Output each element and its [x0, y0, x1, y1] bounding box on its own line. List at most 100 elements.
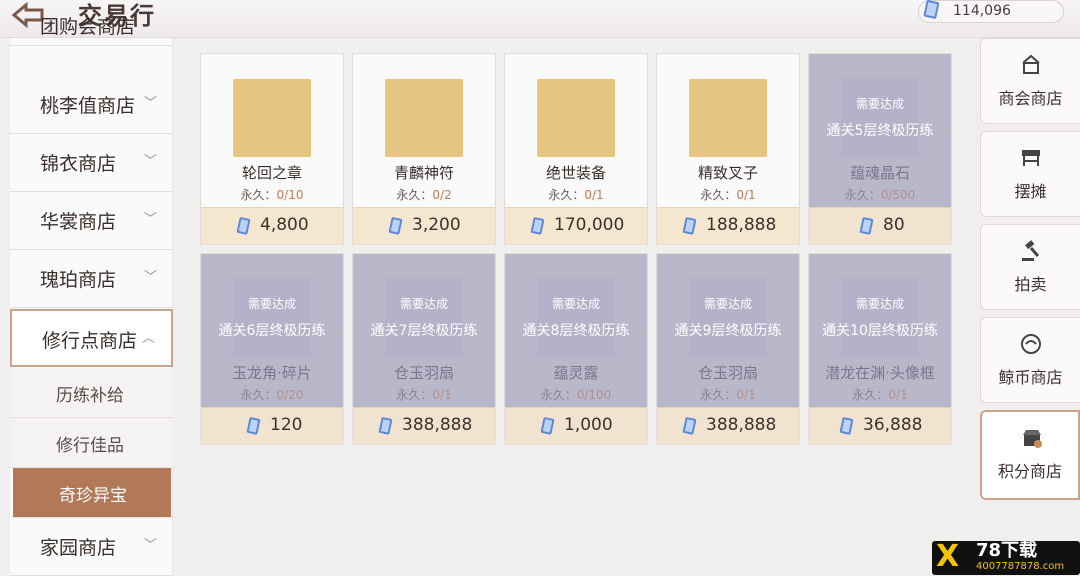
item-card[interactable]: 潜龙在渊·头像框永久：0/1需要达成通关10层终极历练36,888 — [808, 253, 952, 445]
item-price: 120 — [270, 415, 303, 435]
watermark: X 78下载 4007787878.com — [932, 541, 1080, 575]
currency-value: 114,096 — [953, 3, 1011, 19]
sidebar-item-guipo[interactable]: 瑰珀商店 ﹀ — [10, 250, 173, 308]
item-name: 绝世装备 — [545, 164, 606, 182]
coin-icon — [682, 217, 697, 235]
lock-condition: 通关10层终极历练 — [822, 323, 938, 339]
sidebar-item-label: 家园商店 — [40, 537, 117, 559]
lock-requirement: 需要达成 — [247, 297, 296, 311]
shop-icon — [1022, 54, 1040, 74]
item-card[interactable]: 仓玉羽扇永久：0/1需要达成通关9层终极历练388,888 — [656, 253, 800, 445]
item-card[interactable]: 青麟神符永久：0/2 3,200 — [352, 53, 496, 245]
item-card[interactable]: 仓玉羽扇永久：0/1需要达成通关7层终极历练388,888 — [352, 253, 496, 445]
lock-overlay: 需要达成 通关8层终极历练 — [505, 254, 647, 408]
lock-overlay: 需要达成通关10层终极历练 — [809, 254, 951, 408]
lock-requirement: 需要达成 — [703, 297, 752, 311]
item-thumbnail — [537, 79, 615, 157]
sidebar-item-partial[interactable]: 团购会商店 — [10, 8, 173, 46]
chevron-up-icon: ︿ — [141, 331, 155, 346]
whale-coin-icon — [1021, 334, 1041, 354]
coin-icon — [923, 0, 940, 19]
sidebar-sub-qizhen[interactable]: 奇珍异宝 — [13, 468, 171, 518]
sidebar-sub-lilian[interactable]: 历练补给 — [10, 368, 173, 418]
sidebar: 团购会商店 桃李值商店 ﹀ 锦衣商店 ﹀ 华裳商店 ﹀ 瑰珀商店 ﹀ 修行点商店 ︿ 历练… — [10, 16, 173, 576]
nav-points-shop[interactable]: 积分商店 — [980, 410, 1080, 500]
item-count: 0/2 — [432, 188, 452, 202]
item-limit: 永久：0/1 — [700, 188, 756, 202]
coin-icon — [682, 417, 697, 435]
sidebar-item-xiuxing[interactable]: 修行点商店 ︿ — [10, 309, 173, 367]
sidebar-item-jinyi[interactable]: 锦衣商店 ﹀ — [10, 134, 173, 192]
item-price: 170,000 — [554, 215, 625, 235]
currency-display: 114,096 — [918, 0, 1064, 23]
sidebar-item-label: 华裳商店 — [40, 211, 117, 233]
item-count: 0/1 — [736, 188, 756, 202]
item-price: 3,200 — [412, 215, 461, 235]
price-bar: 3,200 — [353, 207, 495, 244]
sidebar-item-label: 修行点商店 — [42, 330, 138, 352]
sidebar-item-label: 桃李值商店 — [40, 95, 136, 117]
lock-condition: 通关9层终极历练 — [674, 323, 782, 339]
watermark-brand: 78下载 — [976, 540, 1038, 561]
coin-icon — [378, 417, 393, 435]
item-card[interactable]: 绝世装备永久：0/1 170,000 — [504, 53, 648, 245]
item-card[interactable]: 精致叉子永久：0/1 188,888 — [656, 53, 800, 245]
sidebar-item-huashang[interactable]: 华裳商店 ﹀ — [10, 192, 173, 250]
lock-overlay: 需要达成通关5层终极历练 — [809, 54, 951, 208]
price-bar: 36,888 — [809, 407, 951, 444]
sidebar-item-taoli[interactable]: 桃李值商店 ﹀ — [10, 76, 173, 134]
item-price: 188,888 — [706, 215, 777, 235]
chevron-down-icon: ﹀ — [143, 96, 157, 111]
item-price: 4,800 — [260, 215, 309, 235]
item-count: 0/10 — [276, 188, 304, 202]
nav-shanghui-shop[interactable]: 商会商店 — [980, 38, 1080, 124]
item-name: 轮回之章 — [241, 164, 302, 182]
item-thumbnail — [689, 79, 767, 157]
item-thumbnail — [385, 79, 463, 157]
sidebar-item-jiayuan[interactable]: 家园商店 ﹀ — [10, 518, 173, 576]
coin-icon — [530, 217, 545, 235]
sidebar-sub-jiapin[interactable]: 修行佳品 — [10, 418, 173, 468]
coin-icon — [388, 217, 403, 235]
item-card[interactable]: 蕴魂晶石永久：0/500需要达成通关5层终极历练80 — [808, 53, 952, 245]
chevron-down-icon: ﹀ — [143, 154, 157, 169]
nav-stall[interactable]: 摆摊 — [980, 131, 1080, 217]
price-bar: 388,888 — [657, 407, 799, 444]
sidebar-item-label: 瑰珀商店 — [40, 269, 117, 291]
price-bar: 120 — [201, 407, 343, 444]
item-price: 1,000 — [564, 415, 613, 435]
coin-icon — [236, 217, 251, 235]
item-name: 精致叉子 — [697, 164, 758, 182]
nav-auction[interactable]: 拍卖 — [980, 224, 1080, 310]
item-limit: 永久：0/1 — [548, 188, 604, 202]
coin-icon — [246, 417, 261, 435]
item-price: 80 — [883, 215, 905, 235]
coin-icon — [859, 217, 874, 235]
lock-overlay: 需要达成 通关7层终极历练 — [353, 254, 495, 408]
lock-requirement: 需要达成 — [855, 297, 904, 311]
chevron-down-icon: ﹀ — [143, 212, 157, 227]
item-limit: 永久：0/2 — [396, 188, 452, 202]
lock-condition: 通关5层终极历练 — [826, 123, 934, 139]
price-bar: 80 — [809, 207, 951, 244]
lock-requirement: 需要达成 — [551, 297, 600, 311]
item-name: 青麟神符 — [393, 164, 454, 182]
chevron-down-icon: ﹀ — [143, 538, 157, 553]
item-card[interactable]: 玉龙角·碎片永久：0/20需要达成通关6层终极历练120 — [200, 253, 344, 445]
item-card[interactable]: 轮回之章 永久：0/10 4,800 — [200, 53, 344, 245]
sidebar-item-label: 锦衣商店 — [40, 153, 117, 175]
price-bar: 4,800 — [201, 207, 343, 244]
price-bar: 1,000 — [505, 407, 647, 444]
gavel-icon — [1022, 240, 1040, 261]
item-card[interactable]: 蕴灵露永久：0/100需要达成通关8层终极历练1,000 — [504, 253, 648, 445]
item-price: 36,888 — [863, 415, 923, 435]
lock-requirement: 需要达成 — [855, 97, 904, 111]
price-bar: 170,000 — [505, 207, 647, 244]
watermark-url: 4007787878.com — [976, 561, 1065, 572]
price-bar: 188,888 — [657, 207, 799, 244]
price-bar: 388,888 — [353, 407, 495, 444]
item-price: 388,888 — [402, 415, 473, 435]
nav-whale-coin-shop[interactable]: 鲸币商店 — [980, 317, 1080, 403]
chevron-down-icon: ﹀ — [143, 270, 157, 285]
item-count: 0/1 — [584, 188, 604, 202]
